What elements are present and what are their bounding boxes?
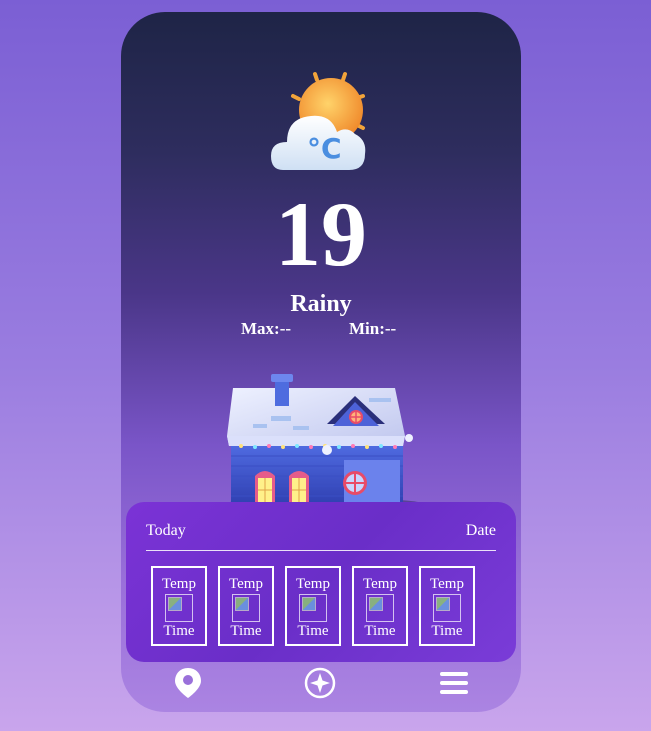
divider <box>146 550 496 551</box>
forecast-card[interactable]: Temp Time <box>285 566 341 646</box>
forecast-card[interactable]: Temp Time <box>218 566 274 646</box>
location-pin-icon[interactable] <box>171 666 205 700</box>
broken-image-icon <box>299 594 327 622</box>
max-temperature: Max:-- <box>241 319 292 338</box>
forecast-time: Time <box>163 623 195 639</box>
weather-app-screen: °C 19 Rainy Max:-- Min:-- Today Date Tem… <box>121 12 521 712</box>
snowy-house-illustration <box>224 374 424 506</box>
sun-cloud-celsius-icon: °C <box>271 72 366 170</box>
forecast-temp: Temp <box>162 576 196 592</box>
forecast-time: Time <box>230 623 262 639</box>
min-temperature: Min:-- <box>349 319 397 338</box>
forecast-temp: Temp <box>430 576 464 592</box>
forecast-temp: Temp <box>363 576 397 592</box>
weather-condition: Rainy <box>290 291 352 317</box>
forecast-cards: Temp Time Temp Time Temp Time Temp Time … <box>151 566 475 646</box>
forecast-time: Time <box>297 623 329 639</box>
broken-image-icon <box>165 594 193 622</box>
date-label: Date <box>465 522 496 539</box>
forecast-time: Time <box>364 623 396 639</box>
forecast-time: Time <box>431 623 463 639</box>
bottom-navigation <box>121 666 521 700</box>
hourly-forecast-panel: Today Date Temp Time Temp Time Temp Time… <box>126 502 516 662</box>
forecast-card[interactable]: Temp Time <box>352 566 408 646</box>
broken-image-icon <box>232 594 260 622</box>
forecast-temp: Temp <box>296 576 330 592</box>
broken-image-icon <box>433 594 461 622</box>
svg-text:°C: °C <box>307 132 342 165</box>
current-temperature: 19 <box>275 183 367 285</box>
compass-star-icon[interactable] <box>303 666 337 700</box>
forecast-temp: Temp <box>229 576 263 592</box>
forecast-card[interactable]: Temp Time <box>151 566 207 646</box>
broken-image-icon <box>366 594 394 622</box>
menu-icon[interactable] <box>437 666 471 700</box>
today-label: Today <box>146 522 186 539</box>
forecast-card[interactable]: Temp Time <box>419 566 475 646</box>
